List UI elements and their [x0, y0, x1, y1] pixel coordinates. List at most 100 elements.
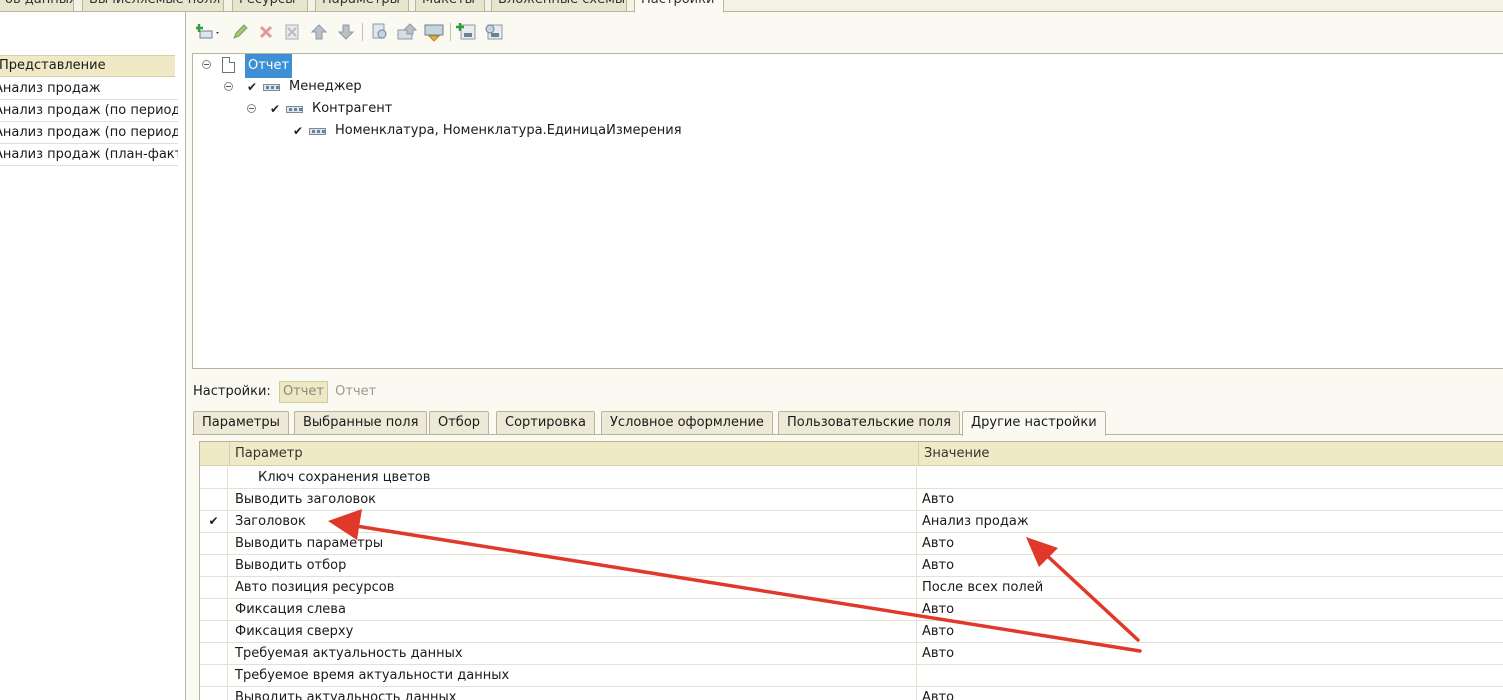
move-down-icon[interactable] — [334, 20, 358, 44]
param-column-header[interactable]: Параметр — [229, 442, 918, 465]
tab-nested-schemes[interactable]: Вложенные схемы — [491, 0, 627, 12]
use-checkbox-cell[interactable] — [200, 599, 228, 620]
table-row[interactable]: Требуемое время актуальности данных — [200, 665, 1503, 687]
tab-conditional-formatting[interactable]: Условное оформление — [601, 411, 773, 434]
grouping-icon — [286, 106, 303, 113]
param-cell: Выводить отбор — [229, 555, 917, 576]
tab-other-settings[interactable]: Другие настройки — [962, 411, 1106, 436]
tab-filter[interactable]: Отбор — [429, 411, 490, 434]
tree-node-manager[interactable]: ✔ Менеджер — [193, 76, 493, 98]
value-cell[interactable]: Авто — [918, 621, 1503, 642]
value-cell[interactable]: Анализ продаж — [918, 511, 1503, 532]
variant-item[interactable]: Анализ продаж (по период... — [0, 122, 178, 144]
table-row[interactable]: Выводить параметры Авто — [200, 533, 1503, 555]
tree-node-label: Контрагент — [312, 101, 393, 116]
checkmark-icon[interactable]: ✔ — [293, 120, 303, 142]
checkmark-icon[interactable]: ✔ — [247, 76, 257, 98]
tab-sorting[interactable]: Сортировка — [496, 411, 595, 434]
left-column-header: Представление — [0, 55, 175, 77]
table-row[interactable]: Авто позиция ресурсов После всех полей — [200, 577, 1503, 599]
collapse-icon[interactable] — [224, 82, 233, 91]
collapse-icon[interactable] — [202, 60, 211, 69]
tree-node-contractor[interactable]: ✔ Контрагент — [193, 98, 493, 120]
tab-settings[interactable]: Настройки — [634, 0, 724, 13]
tab-resources[interactable]: Ресурсы — [232, 0, 308, 12]
table-row[interactable]: ✔ Заголовок Анализ продаж — [200, 511, 1503, 533]
param-cell: Фиксация слева — [229, 599, 917, 620]
report-document-icon — [222, 57, 235, 73]
value-column-header[interactable]: Значение — [918, 442, 1503, 465]
tab-parameters[interactable]: Параметры — [315, 0, 409, 12]
collapse-icon[interactable] — [247, 104, 256, 113]
value-cell[interactable]: Авто — [918, 643, 1503, 664]
variant-item[interactable]: Анализ продаж (по период... — [0, 100, 178, 122]
variant-item[interactable]: Анализ продаж — [0, 78, 178, 100]
param-cell: Авто позиция ресурсов — [229, 577, 917, 598]
use-checkbox-cell[interactable] — [200, 467, 228, 488]
ungroup-icon[interactable] — [422, 20, 446, 44]
add-icon[interactable] — [194, 20, 224, 44]
use-checkbox-cell[interactable] — [200, 687, 228, 700]
value-cell[interactable]: Авто — [918, 555, 1503, 576]
param-cell: Заголовок — [229, 511, 917, 532]
use-checkbox-cell[interactable] — [200, 643, 228, 664]
grid-header: Параметр Значение — [200, 442, 1503, 466]
tab-layouts[interactable]: Макеты — [415, 0, 485, 12]
other-settings-icon[interactable] — [481, 20, 505, 44]
table-row[interactable]: Выводить заголовок Авто — [200, 489, 1503, 511]
checkmark-icon[interactable]: ✔ — [270, 98, 280, 120]
table-row[interactable]: Ключ сохранения цветов — [200, 467, 1503, 489]
value-cell[interactable] — [918, 467, 1503, 488]
variant-item[interactable]: Анализ продаж (план-факт) — [0, 144, 178, 166]
tree-node-label: Номенклатура, Номенклатура.ЕдиницаИзмере… — [335, 123, 682, 138]
table-row[interactable]: Требуемая актуальность данных Авто — [200, 643, 1503, 665]
tab-parameters[interactable]: Параметры — [193, 411, 289, 434]
use-checkbox-cell[interactable] — [200, 533, 228, 554]
tree-node-label: Отчет — [245, 54, 293, 78]
table-row[interactable]: Выводить актуальность данных Авто — [200, 687, 1503, 700]
tree-node-report[interactable]: Отчет — [193, 54, 493, 78]
tree-node-label: Менеджер — [289, 79, 362, 94]
tab-selected-fields[interactable]: Выбранные поля — [294, 411, 428, 434]
tab-user-fields[interactable]: Пользовательские поля — [778, 411, 960, 434]
tree-node-nomenclature[interactable]: ✔ Номенклатура, Номенклатура.ЕдиницаИзме… — [193, 120, 793, 142]
group-icon[interactable] — [395, 20, 419, 44]
toolbar-separator — [362, 23, 363, 41]
table-row[interactable]: Выводить отбор Авто — [200, 555, 1503, 577]
use-checkbox-cell[interactable] — [200, 621, 228, 642]
settings-icon[interactable] — [454, 20, 478, 44]
value-cell[interactable]: Авто — [918, 489, 1503, 510]
move-up-icon[interactable] — [307, 20, 331, 44]
table-row[interactable]: Фиксация сверху Авто — [200, 621, 1503, 643]
value-cell[interactable]: Авто — [918, 533, 1503, 554]
settings-label: Настройки: — [193, 384, 271, 399]
tab-calculated-fields[interactable]: Вычисляемые поля — [82, 0, 224, 12]
use-checkmark-icon[interactable]: ✔ — [200, 511, 228, 532]
grouping-icon — [309, 128, 326, 135]
param-cell: Выводить заголовок — [229, 489, 917, 510]
use-checkbox-cell[interactable] — [200, 577, 228, 598]
report-structure-tree: Отчет ✔ Менеджер ✔ Контрагент ✔ Номенкла… — [192, 53, 1503, 369]
param-cell: Фиксация сверху — [229, 621, 917, 642]
value-cell[interactable]: Авто — [918, 599, 1503, 620]
value-cell[interactable] — [918, 665, 1503, 686]
value-cell[interactable]: Авто — [918, 687, 1503, 700]
edit-icon[interactable] — [228, 20, 252, 44]
settings-current-name[interactable]: Отчет — [335, 384, 376, 399]
other-settings-grid: Параметр Значение Ключ сохранения цветов… — [199, 441, 1503, 700]
grouping-icon — [263, 84, 280, 91]
tab-data-sets[interactable]: ов данных — [0, 0, 74, 12]
toolbar-separator — [450, 23, 451, 41]
use-checkbox-cell[interactable] — [200, 489, 228, 510]
delete-icon[interactable] — [254, 20, 278, 44]
use-checkbox-cell[interactable] — [200, 555, 228, 576]
settings-current-chip[interactable]: Отчет — [278, 381, 328, 403]
settings-selector: Настройки: Отчет Отчет — [193, 380, 376, 404]
value-cell[interactable]: После всех полей — [918, 577, 1503, 598]
settings-tabs: Параметры Выбранные поля Отбор Сортировк… — [192, 410, 1503, 436]
copy-icon[interactable] — [280, 20, 304, 44]
param-cell: Ключ сохранения цветов — [229, 467, 917, 488]
find-icon[interactable] — [368, 20, 392, 44]
use-checkbox-cell[interactable] — [200, 665, 228, 686]
table-row[interactable]: Фиксация слева Авто — [200, 599, 1503, 621]
